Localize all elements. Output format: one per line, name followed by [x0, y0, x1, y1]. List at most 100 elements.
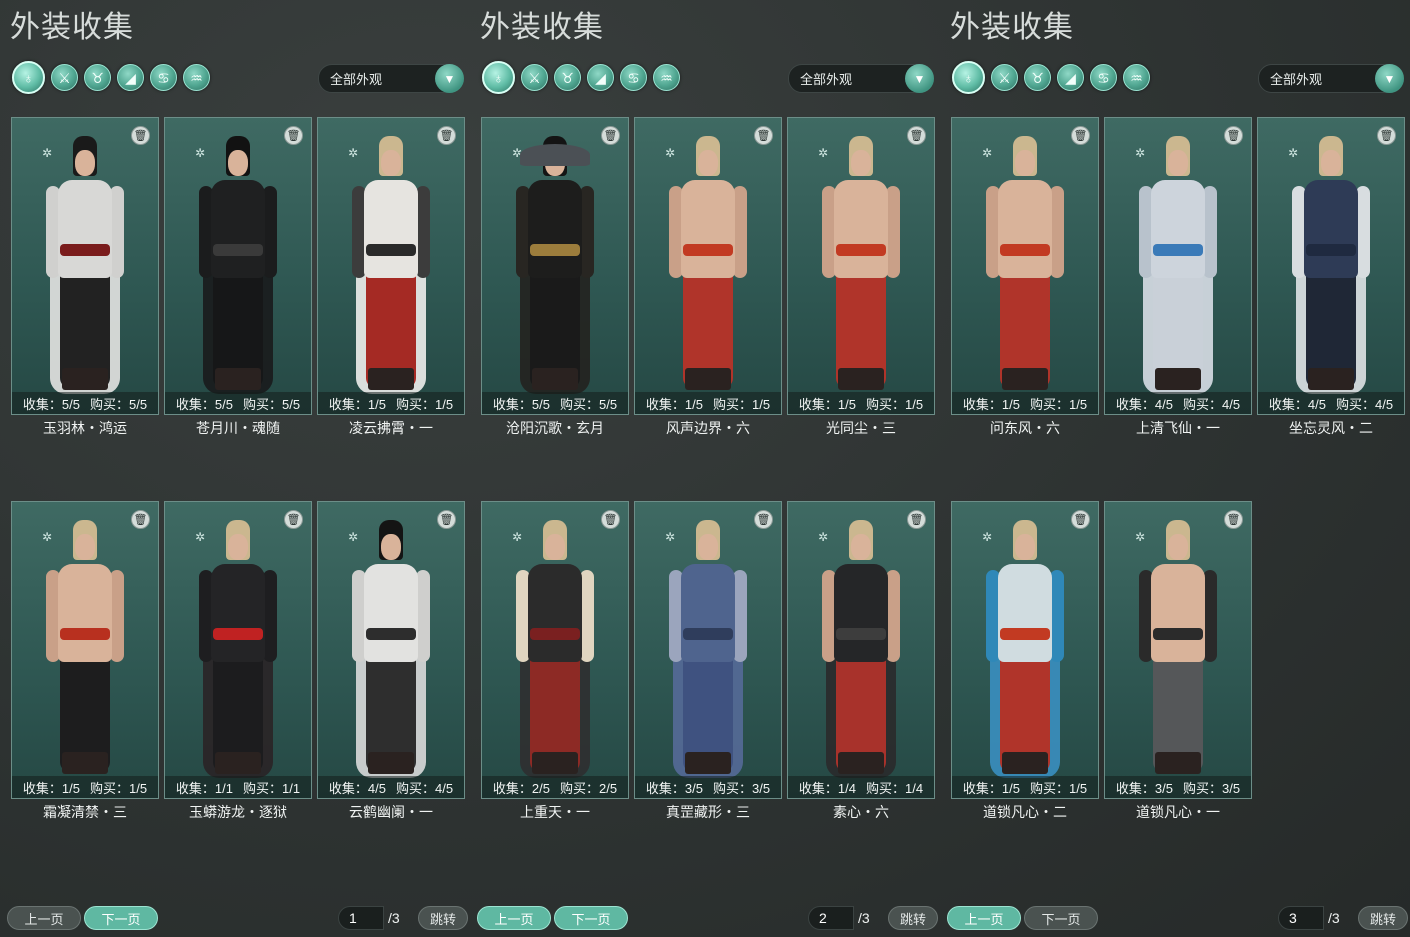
torso-shape: [998, 180, 1052, 278]
collect-count: 收集：3/5: [1115, 780, 1173, 796]
outfit-name: 苍月川・魂随: [196, 420, 280, 436]
head-shape: [1015, 534, 1035, 560]
head-shape: [1321, 150, 1341, 176]
filter-dropdown[interactable]: 全部外观 ▼: [318, 64, 464, 93]
outfit-card[interactable]: 🗑 ✲ 收集：5/5 购买：5/5: [11, 117, 159, 415]
outfit-card[interactable]: 🗑 ✲ 收集：1/4 购买：1/4: [787, 501, 935, 799]
prev-page-button[interactable]: 上一页: [477, 906, 551, 930]
top-icon[interactable]: ⚔: [51, 64, 78, 91]
next-page-button[interactable]: 下一页: [554, 906, 628, 930]
outfit-card[interactable]: 🗑 ✲ 收集：1/5 购买：1/5: [951, 501, 1099, 799]
character-model: [653, 136, 763, 398]
belt-shape: [60, 628, 110, 640]
collect-count: 收集：5/5: [175, 396, 233, 412]
outfit-card[interactable]: 🗑 ✲ 收集：3/5 购买：3/5: [1104, 501, 1252, 799]
arm-shape: [263, 570, 277, 662]
belt-shape: [683, 628, 733, 640]
pants-icon[interactable]: ♉: [84, 64, 111, 91]
outfit-card[interactable]: 🗑 ✲ 收集：4/5 购买：4/5: [1104, 117, 1252, 415]
outfit-name: 光同尘・三: [826, 420, 896, 436]
top-icon[interactable]: ⚔: [991, 64, 1018, 91]
collection-stats: 收集：1/5 购买：1/5: [12, 776, 158, 798]
outfit-card[interactable]: 🗑 ✲ 收集：1/5 购买：1/5: [787, 117, 935, 415]
shoe-icon[interactable]: ◢: [587, 64, 614, 91]
page-number-input[interactable]: 2: [808, 906, 854, 930]
character-model: [806, 520, 916, 782]
outfit-card[interactable]: 🗑 ✲ 收集：5/5 购买：5/5: [481, 117, 629, 415]
outfit-card[interactable]: 🗑 ✲ 收集：4/5 购买：4/5: [1257, 117, 1405, 415]
jump-button[interactable]: 跳转: [888, 906, 938, 930]
torso-shape: [1151, 564, 1205, 662]
chevron-down-icon[interactable]: ▼: [905, 64, 934, 93]
accessory-icon[interactable]: ♋: [1090, 64, 1117, 91]
accessory-icon[interactable]: ♋: [150, 64, 177, 91]
hair-icon[interactable]: ♒: [1123, 64, 1150, 91]
outfit-card[interactable]: 🗑 ✲ 收集：1/1 购买：1/1: [164, 501, 312, 799]
filter-dropdown[interactable]: 全部外观 ▼: [788, 64, 934, 93]
accessory-icon[interactable]: ♋: [620, 64, 647, 91]
outfit-card[interactable]: 🗑 ✲ 收集：1/5 购买：1/5: [951, 117, 1099, 415]
torso-shape: [58, 564, 112, 662]
purchase-count: 购买：5/5: [90, 396, 148, 412]
top-icon[interactable]: ⚔: [521, 64, 548, 91]
belt-shape: [1000, 628, 1050, 640]
category-tabs: ♁ ⚔ ♉ ◢ ♋ ♒: [12, 61, 210, 94]
character-model: [1276, 136, 1386, 398]
page-total: /3: [1328, 910, 1340, 926]
character-model: [30, 136, 140, 398]
robe-icon[interactable]: ♁: [12, 61, 45, 94]
chevron-down-icon[interactable]: ▼: [435, 64, 464, 93]
jump-button[interactable]: 跳转: [418, 906, 468, 930]
collect-count: 收集：4/5: [328, 780, 386, 796]
collect-count: 收集：1/5: [328, 396, 386, 412]
character-model: [653, 520, 763, 782]
outfit-name: 素心・六: [833, 804, 889, 820]
page-number-input[interactable]: 3: [1278, 906, 1324, 930]
collection-panel: 外装收集 ♁ ⚔ ♉ ◢ ♋ ♒ 全部外观 ▼ 🗑 ✲ 收集：1/5 购买：1/5 问东风・六 🗑 ✲ 收集：4…: [940, 0, 1410, 937]
shoe-icon[interactable]: ◢: [117, 64, 144, 91]
hair-icon[interactable]: ♒: [183, 64, 210, 91]
pants-icon[interactable]: ♉: [554, 64, 581, 91]
purchase-count: 购买：1/5: [1030, 780, 1088, 796]
filter-dropdown[interactable]: 全部外观 ▼: [1258, 64, 1404, 93]
boots-shape: [1155, 368, 1201, 390]
belt-shape: [213, 244, 263, 256]
chevron-down-icon[interactable]: ▼: [1375, 64, 1404, 93]
outfit-card[interactable]: 🗑 ✲ 收集：1/5 购买：1/5: [11, 501, 159, 799]
robe-icon[interactable]: ♁: [952, 61, 985, 94]
boots-shape: [368, 368, 414, 390]
jump-button[interactable]: 跳转: [1358, 906, 1408, 930]
arm-shape: [733, 570, 747, 662]
filter-dropdown-label: 全部外观: [800, 72, 853, 87]
outfit-card[interactable]: 🗑 ✲ 收集：4/5 购买：4/5: [317, 501, 465, 799]
arm-shape: [110, 570, 124, 662]
shoe-icon[interactable]: ◢: [1057, 64, 1084, 91]
collection-stats: 收集：5/5 购买：5/5: [165, 392, 311, 414]
outfit-card[interactable]: 🗑 ✲ 收集：5/5 购买：5/5: [164, 117, 312, 415]
head-shape: [1168, 150, 1188, 176]
hair-icon[interactable]: ♒: [653, 64, 680, 91]
outfit-card[interactable]: 🗑 ✲ 收集：3/5 购买：3/5: [634, 501, 782, 799]
next-page-button[interactable]: 下一页: [84, 906, 158, 930]
character-model: [336, 136, 446, 398]
purchase-count: 购买：4/5: [1183, 396, 1241, 412]
belt-shape: [1153, 628, 1203, 640]
arm-shape: [580, 186, 594, 278]
boots-shape: [215, 752, 261, 774]
next-page-button[interactable]: 下一页: [1024, 906, 1098, 930]
outfit-card[interactable]: 🗑 ✲ 收集：1/5 购买：1/5: [317, 117, 465, 415]
torso-shape: [1304, 180, 1358, 278]
robe-icon[interactable]: ♁: [482, 61, 515, 94]
character-model: [1123, 136, 1233, 398]
head-shape: [1168, 534, 1188, 560]
pants-icon[interactable]: ♉: [1024, 64, 1051, 91]
collect-count: 收集：1/5: [22, 780, 80, 796]
collection-stats: 收集：1/1 购买：1/1: [165, 776, 311, 798]
page-number-input[interactable]: 1: [338, 906, 384, 930]
arm-shape: [1050, 570, 1064, 662]
head-shape: [75, 150, 95, 176]
prev-page-button[interactable]: 上一页: [947, 906, 1021, 930]
outfit-card[interactable]: 🗑 ✲ 收集：1/5 购买：1/5: [634, 117, 782, 415]
outfit-card[interactable]: 🗑 ✲ 收集：2/5 购买：2/5: [481, 501, 629, 799]
prev-page-button[interactable]: 上一页: [7, 906, 81, 930]
